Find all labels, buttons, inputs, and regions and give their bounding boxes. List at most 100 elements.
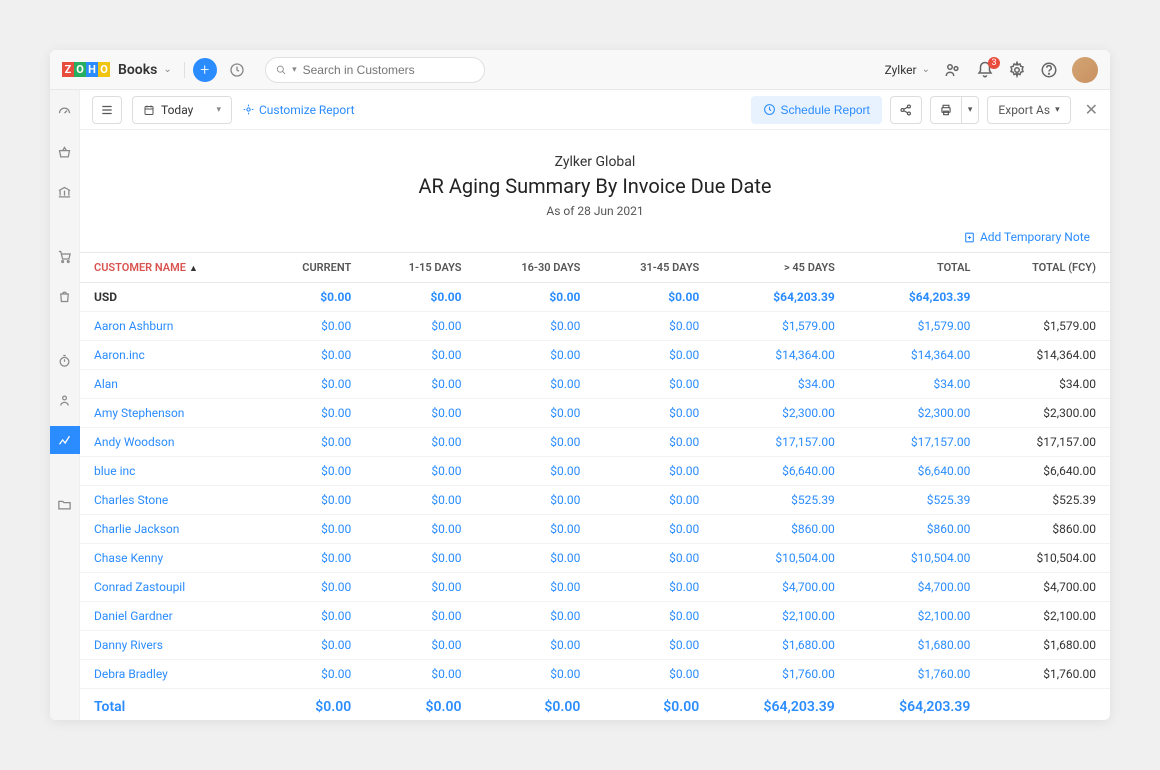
amount-cell[interactable]: $0.00 bbox=[260, 515, 365, 544]
history-button[interactable] bbox=[225, 58, 249, 82]
amount-cell[interactable]: $0.00 bbox=[260, 283, 365, 312]
customer-name-cell[interactable]: Aaron.inc bbox=[80, 341, 260, 370]
amount-cell[interactable]: $860.00 bbox=[849, 515, 985, 544]
quick-add-button[interactable]: + bbox=[193, 58, 217, 82]
column-header[interactable]: CURRENT bbox=[260, 253, 365, 283]
customer-name-cell[interactable]: Debra Bradley bbox=[80, 660, 260, 689]
amount-cell[interactable]: $0.00 bbox=[476, 515, 595, 544]
amount-cell[interactable]: $0.00 bbox=[365, 428, 475, 457]
nav-banking[interactable] bbox=[50, 178, 80, 206]
amount-cell[interactable]: $525.39 bbox=[849, 486, 985, 515]
amount-cell[interactable]: $1,579.00 bbox=[849, 312, 985, 341]
amount-cell[interactable]: $0.00 bbox=[594, 428, 713, 457]
amount-cell[interactable]: $0.00 bbox=[476, 283, 595, 312]
nav-accountant[interactable] bbox=[50, 386, 80, 414]
amount-cell[interactable]: $2,100.00 bbox=[713, 602, 849, 631]
toggle-sidebar-button[interactable] bbox=[92, 96, 122, 124]
share-button[interactable] bbox=[890, 96, 922, 124]
amount-cell[interactable]: $0.00 bbox=[365, 660, 475, 689]
amount-cell[interactable]: $2,100.00 bbox=[849, 602, 985, 631]
nav-time[interactable] bbox=[50, 346, 80, 374]
amount-cell[interactable]: $0.00 bbox=[260, 457, 365, 486]
amount-cell[interactable]: $0.00 bbox=[260, 544, 365, 573]
amount-cell[interactable]: $0.00 bbox=[260, 486, 365, 515]
amount-cell[interactable]: $64,203.39 bbox=[713, 689, 849, 721]
amount-cell[interactable]: $0.00 bbox=[476, 428, 595, 457]
customize-report-link[interactable]: Customize Report bbox=[242, 103, 355, 117]
customer-name-cell[interactable]: Andy Woodson bbox=[80, 428, 260, 457]
amount-cell[interactable]: $0.00 bbox=[476, 370, 595, 399]
amount-cell[interactable]: $0.00 bbox=[365, 544, 475, 573]
column-header[interactable]: > 45 DAYS bbox=[713, 253, 849, 283]
amount-cell[interactable]: $0.00 bbox=[476, 544, 595, 573]
nav-documents[interactable] bbox=[50, 490, 80, 518]
amount-cell[interactable]: $0.00 bbox=[594, 515, 713, 544]
column-header[interactable]: 1-15 DAYS bbox=[365, 253, 475, 283]
amount-cell[interactable]: $0.00 bbox=[594, 660, 713, 689]
amount-cell[interactable]: $0.00 bbox=[260, 660, 365, 689]
nav-purchases[interactable] bbox=[50, 282, 80, 310]
column-header[interactable]: 31-45 DAYS bbox=[594, 253, 713, 283]
amount-cell[interactable]: $0.00 bbox=[260, 602, 365, 631]
customer-name-cell[interactable]: Amy Stephenson bbox=[80, 399, 260, 428]
amount-cell[interactable]: $0.00 bbox=[476, 631, 595, 660]
amount-cell[interactable]: $0.00 bbox=[594, 312, 713, 341]
amount-cell[interactable]: $34.00 bbox=[849, 370, 985, 399]
amount-cell[interactable]: $10,504.00 bbox=[849, 544, 985, 573]
amount-cell[interactable]: $0.00 bbox=[365, 631, 475, 660]
amount-cell[interactable]: $0.00 bbox=[260, 399, 365, 428]
amount-cell[interactable]: $4,700.00 bbox=[849, 573, 985, 602]
amount-cell[interactable]: $860.00 bbox=[713, 515, 849, 544]
add-temporary-note-link[interactable]: Add Temporary Note bbox=[963, 230, 1090, 244]
close-button[interactable]: ✕ bbox=[1085, 100, 1098, 119]
amount-cell[interactable]: $34.00 bbox=[713, 370, 849, 399]
customer-name-cell[interactable]: Danny Rivers bbox=[80, 631, 260, 660]
amount-cell[interactable]: $0.00 bbox=[476, 689, 595, 721]
amount-cell[interactable]: $2,300.00 bbox=[849, 399, 985, 428]
settings-button[interactable] bbox=[1008, 61, 1026, 79]
amount-cell[interactable]: $14,364.00 bbox=[713, 341, 849, 370]
nav-dashboard[interactable] bbox=[50, 98, 80, 126]
customer-name-cell[interactable]: Aaron Ashburn bbox=[80, 312, 260, 341]
amount-cell[interactable]: $0.00 bbox=[476, 312, 595, 341]
amount-cell[interactable]: $0.00 bbox=[260, 428, 365, 457]
amount-cell[interactable]: $0.00 bbox=[594, 370, 713, 399]
amount-cell[interactable]: $0.00 bbox=[476, 486, 595, 515]
org-switcher[interactable]: Zylker ⌄ bbox=[885, 63, 930, 77]
amount-cell[interactable]: $0.00 bbox=[365, 486, 475, 515]
amount-cell[interactable]: $17,157.00 bbox=[713, 428, 849, 457]
amount-cell[interactable]: $0.00 bbox=[594, 602, 713, 631]
amount-cell[interactable]: $64,203.39 bbox=[713, 283, 849, 312]
refer-button[interactable] bbox=[944, 61, 962, 79]
avatar[interactable] bbox=[1072, 57, 1098, 83]
column-header[interactable]: CUSTOMER NAME▲ bbox=[80, 253, 260, 283]
amount-cell[interactable]: $64,203.39 bbox=[849, 689, 985, 721]
amount-cell[interactable]: $0.00 bbox=[365, 515, 475, 544]
notifications-button[interactable]: 3 bbox=[976, 61, 994, 79]
amount-cell[interactable]: $0.00 bbox=[476, 341, 595, 370]
amount-cell[interactable]: $14,364.00 bbox=[849, 341, 985, 370]
amount-cell[interactable]: $0.00 bbox=[365, 341, 475, 370]
amount-cell[interactable]: $0.00 bbox=[476, 457, 595, 486]
column-header[interactable]: TOTAL bbox=[849, 253, 985, 283]
amount-cell[interactable]: $0.00 bbox=[594, 544, 713, 573]
customer-name-cell[interactable]: Charles Stone bbox=[80, 486, 260, 515]
nav-reports[interactable] bbox=[50, 426, 80, 454]
search-box[interactable]: ▾ bbox=[265, 57, 485, 83]
amount-cell[interactable]: $0.00 bbox=[594, 399, 713, 428]
amount-cell[interactable]: $10,504.00 bbox=[713, 544, 849, 573]
customer-name-cell[interactable]: Chase Kenny bbox=[80, 544, 260, 573]
nav-sales[interactable] bbox=[50, 242, 80, 270]
amount-cell[interactable]: $0.00 bbox=[365, 573, 475, 602]
print-dropdown[interactable]: ▾ bbox=[962, 96, 980, 124]
search-scope-dropdown[interactable]: ▾ bbox=[292, 65, 297, 75]
amount-cell[interactable]: $1,680.00 bbox=[849, 631, 985, 660]
amount-cell[interactable]: $0.00 bbox=[260, 312, 365, 341]
nav-items[interactable] bbox=[50, 138, 80, 166]
amount-cell[interactable]: $525.39 bbox=[713, 486, 849, 515]
customer-name-cell[interactable]: Conrad Zastoupil bbox=[80, 573, 260, 602]
amount-cell[interactable]: $0.00 bbox=[365, 283, 475, 312]
amount-cell[interactable]: $0.00 bbox=[260, 341, 365, 370]
amount-cell[interactable]: $0.00 bbox=[476, 660, 595, 689]
amount-cell[interactable]: $17,157.00 bbox=[849, 428, 985, 457]
